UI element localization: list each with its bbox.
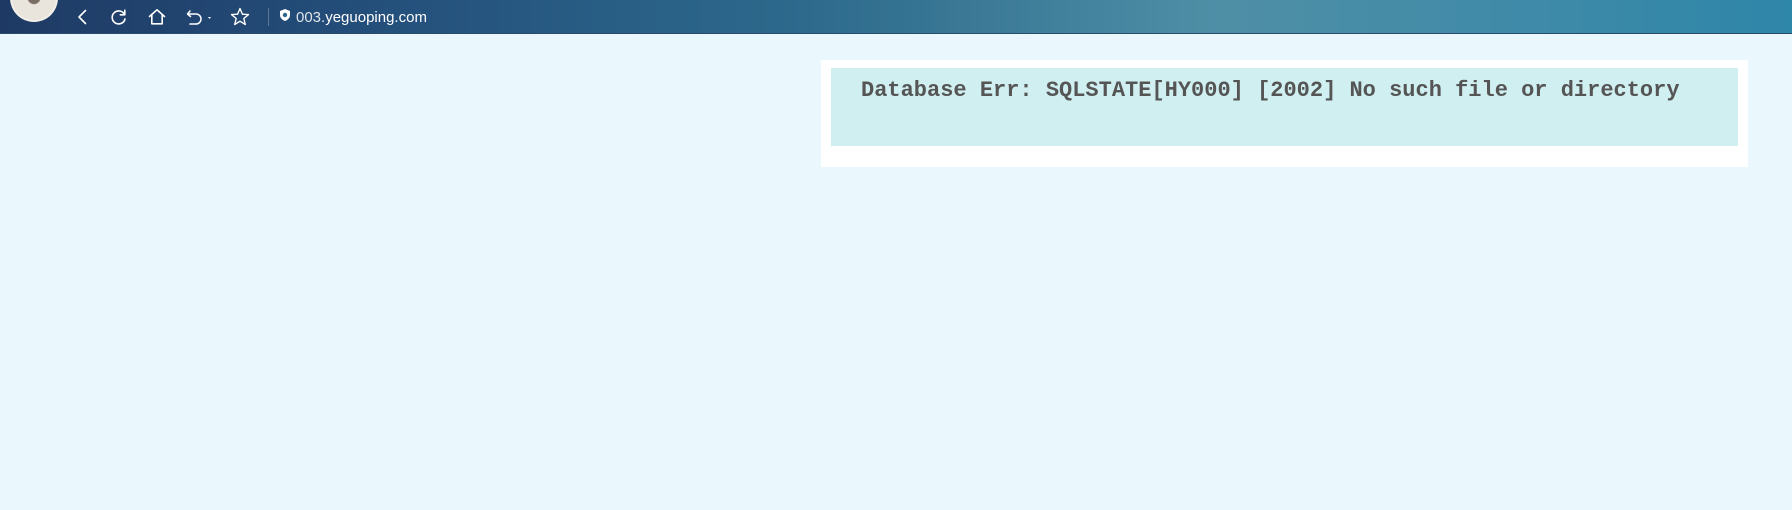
star-icon[interactable] <box>229 6 251 28</box>
shield-icon <box>278 8 292 26</box>
address-bar[interactable]: 003.yeguoping.com <box>278 6 427 28</box>
url-text: 003.yeguoping.com <box>296 9 427 26</box>
reload-icon[interactable] <box>108 6 130 28</box>
avatar[interactable] <box>10 0 58 22</box>
url-subdomain: 003. <box>296 8 326 26</box>
home-icon[interactable] <box>146 6 168 28</box>
back-arrow-icon[interactable] <box>72 6 94 28</box>
toolbar-divider <box>268 8 269 26</box>
undo-history-icon[interactable] <box>184 6 216 28</box>
browser-toolbar: 003.yeguoping.com <box>0 0 1792 34</box>
error-box: Database Err: SQLSTATE[HY000] [2002] No … <box>821 60 1748 167</box>
error-message: Database Err: SQLSTATE[HY000] [2002] No … <box>861 78 1680 103</box>
page-content: Database Err: SQLSTATE[HY000] [2002] No … <box>0 35 1792 510</box>
error-panel: Database Err: SQLSTATE[HY000] [2002] No … <box>831 68 1738 146</box>
url-host: yeguoping.com <box>325 8 427 26</box>
